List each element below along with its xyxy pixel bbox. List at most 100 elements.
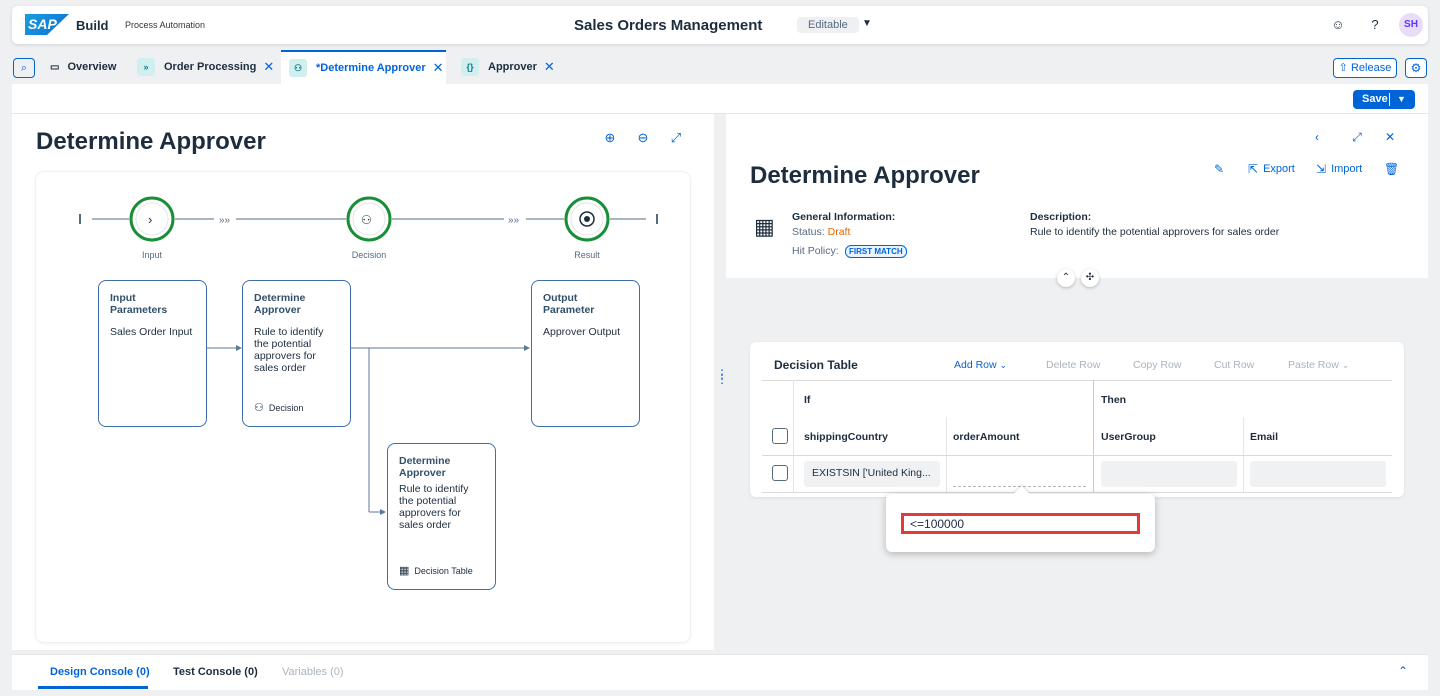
decision-card[interactable]: Determine Approver Rule to identify the …	[242, 280, 351, 427]
cell-usergroup[interactable]	[1101, 461, 1237, 487]
tab-label: *Determine Approver	[316, 62, 426, 74]
user-avatar[interactable]: SH	[1399, 13, 1423, 37]
divider	[762, 380, 1392, 381]
help-icon[interactable]: ?	[1367, 17, 1383, 33]
general-info-label: General Information:	[792, 211, 896, 223]
cell-shippingcountry[interactable]: EXISTSIN ['United King...	[804, 461, 940, 487]
tab-variables[interactable]: Variables (0)	[282, 666, 344, 678]
settings-button[interactable]: ⚙	[1405, 58, 1427, 78]
tab-overview[interactable]: ▭ Overview	[50, 50, 116, 84]
svg-text:»»: »»	[508, 215, 520, 226]
column-header-shippingcountry: shippingCountry	[804, 431, 888, 443]
save-button[interactable]: Save ▼	[1353, 90, 1415, 109]
chevron-left-icon[interactable]: ‹	[1309, 129, 1325, 145]
row-checkbox[interactable]	[772, 465, 788, 481]
card-description: Sales Order Input	[110, 326, 193, 338]
import-button[interactable]: ⇲ Import	[1316, 162, 1362, 176]
save-label: Save	[1362, 93, 1388, 105]
edit-button[interactable]: ✎	[1214, 162, 1229, 176]
card-description: Rule to identify the potential approvers…	[254, 326, 324, 374]
chevron-down-icon[interactable]: ▼	[1397, 90, 1406, 109]
tab-overview-icon[interactable]: ⌕	[13, 58, 35, 78]
mode-badge: Editable	[797, 17, 859, 33]
pin-icon[interactable]: ✣	[1081, 269, 1099, 287]
zoom-in-icon[interactable]: ⊕	[602, 130, 618, 146]
card-title: Output Parameter	[543, 292, 595, 316]
release-button[interactable]: ⇧ Release	[1333, 58, 1397, 78]
process-icon: »	[137, 58, 155, 76]
brand-name: Build	[76, 18, 109, 33]
step-label-decision: Decision	[351, 250, 387, 260]
chevron-down-icon: ⌄	[1341, 360, 1350, 370]
export-button[interactable]: ⇱ Export	[1248, 162, 1295, 176]
cell-orderamount[interactable]	[953, 461, 1086, 487]
paste-row-button[interactable]: Paste Row ⌄	[1288, 359, 1349, 371]
tab-label: Order Processing	[164, 61, 257, 73]
order-amount-expression-input[interactable]	[901, 513, 1140, 534]
close-icon[interactable]: ✕	[263, 59, 274, 75]
delete-row-button[interactable]: Delete Row	[1046, 359, 1100, 371]
divider	[762, 455, 1392, 456]
chevron-up-icon[interactable]: ⌃	[1398, 664, 1408, 678]
card-title: Determine Approver	[399, 455, 451, 479]
tab-design-console[interactable]: Design Console (0)	[50, 666, 150, 678]
divider	[793, 380, 794, 493]
add-row-button[interactable]: Add Row ⌄	[954, 359, 1007, 371]
card-description: Rule to identify the potential approvers…	[399, 483, 469, 531]
tab-order-processing[interactable]: » Order Processing ✕	[137, 50, 274, 84]
pencil-icon: ✎	[1214, 162, 1225, 176]
diagram-canvas: »» »» › ⚇ Input Decision Result Input Pa…	[36, 172, 690, 642]
column-header-orderamount: orderAmount	[953, 431, 1020, 443]
tab-label: Approver	[488, 61, 537, 73]
close-icon[interactable]: ✕	[544, 59, 555, 75]
sap-logo[interactable]: SAP	[25, 14, 69, 35]
divider	[762, 492, 1392, 493]
copy-row-button[interactable]: Copy Row	[1133, 359, 1181, 371]
details-header: ‹ ⤢ ✕ Determine Approver ✎ ⇱ Export ⇲ Impo…	[726, 114, 1428, 278]
column-header-email: Email	[1250, 431, 1279, 443]
then-header: Then	[1101, 394, 1127, 406]
folder-icon: ▭	[50, 61, 60, 73]
paste-row-label: Paste Row	[1288, 359, 1339, 371]
decision-table-title: Decision Table	[774, 358, 858, 372]
card-footer-label: Decision Table	[414, 566, 473, 576]
step-label-input: Input	[141, 250, 163, 260]
status-value: Draft	[827, 226, 851, 238]
select-all-checkbox[interactable]	[772, 428, 788, 444]
chevron-down-icon: ⌄	[999, 360, 1008, 370]
if-header: If	[804, 394, 811, 406]
mode-dropdown-icon[interactable]: ▼	[862, 18, 872, 29]
status-row: Status: Draft	[792, 226, 850, 238]
divider	[1389, 93, 1390, 106]
export-label: Export	[1263, 163, 1295, 175]
decision-icon: ⚇	[289, 59, 307, 77]
decision-table-card[interactable]: Determine Approver Rule to identify the …	[387, 443, 496, 590]
svg-text:⚇: ⚇	[361, 213, 372, 227]
tab-test-console[interactable]: Test Console (0)	[173, 666, 258, 678]
description-label: Description:	[1030, 211, 1092, 223]
active-tab-indicator	[38, 686, 148, 689]
brand-subtitle: Process Automation	[125, 20, 206, 30]
tab-determine-approver[interactable]: ⚇ *Determine Approver ✕	[281, 50, 446, 84]
zoom-out-icon[interactable]: ⊖	[635, 130, 651, 146]
card-footer-label: Decision	[268, 403, 304, 413]
tab-label: Overview	[67, 61, 117, 73]
expand-icon[interactable]: ⤢	[1349, 129, 1365, 145]
cell-email[interactable]	[1250, 461, 1386, 487]
cut-row-button[interactable]: Cut Row	[1214, 359, 1254, 371]
fit-screen-icon[interactable]: ⤢	[668, 130, 684, 146]
data-type-icon: {}	[461, 58, 479, 76]
collapse-header-button[interactable]: ⌃	[1057, 269, 1075, 287]
svg-text:»»: »»	[219, 215, 231, 226]
input-parameters-card[interactable]: Input Parameters Sales Order Input	[98, 280, 207, 427]
shell-bar: SAP Build Process Automation Sales Order…	[12, 6, 1428, 44]
close-icon[interactable]: ✕	[1382, 129, 1398, 145]
output-parameter-card[interactable]: Output Parameter Approver Output	[531, 280, 640, 427]
close-icon[interactable]: ✕	[433, 60, 444, 76]
delete-button[interactable]: 🗑	[1384, 162, 1404, 176]
divider	[1093, 380, 1094, 493]
decision-table-icon: ▦	[754, 214, 775, 239]
tab-approver[interactable]: {} Approver ✕	[461, 50, 555, 84]
import-label: Import	[1331, 163, 1363, 175]
feedback-icon[interactable]: ☺	[1330, 17, 1346, 33]
